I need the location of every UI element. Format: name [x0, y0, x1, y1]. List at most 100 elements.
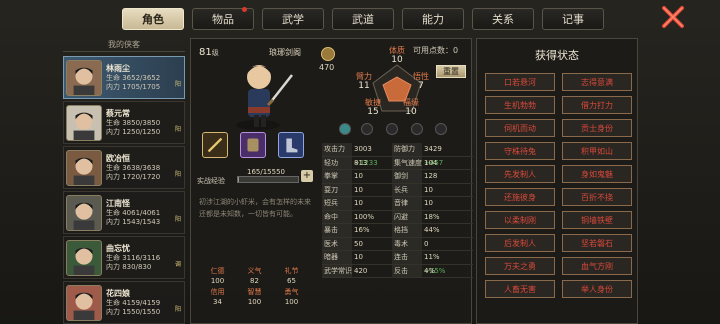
status-item[interactable]: 先发制人 [485, 165, 555, 183]
stat-label: 命中 [322, 210, 352, 223]
avatar [66, 149, 102, 186]
weapon-slot[interactable] [202, 132, 228, 158]
exp-label: 实战经验 [197, 177, 225, 185]
member-info: 花四娘 生命 4159/4159 内力 1550/1550 [106, 289, 184, 317]
stat-row: 轻功 813 集气速度 104 [322, 156, 473, 170]
status-item[interactable]: 人畜无害 [485, 280, 555, 298]
avatar [66, 239, 102, 276]
stat-label: 暴击 [322, 224, 352, 237]
member-info: 江南怪 生命 4061/4061 内力 1543/1543 [106, 199, 184, 227]
gem-slot-3[interactable] [386, 123, 398, 135]
stat-label: 闪避 [392, 210, 422, 223]
member-tag: 阳 [174, 306, 181, 313]
status-item[interactable]: 积甲如山 [562, 142, 632, 160]
status-item[interactable]: 贡士身份 [562, 119, 632, 137]
gem-slot-4[interactable] [411, 123, 423, 135]
status-item[interactable]: 守株待兔 [485, 142, 555, 160]
virtue-label: 勇气 [284, 288, 299, 296]
member-hp: 生命 4061/4061 [106, 208, 161, 217]
roster-member[interactable]: 林雨尘 生命 3652/3652 内力 1705/1705 阳 [63, 56, 185, 99]
stat-value: 18% [422, 211, 462, 224]
exp-add-button[interactable]: + [301, 170, 313, 182]
status-item[interactable]: 万夫之勇 [485, 257, 555, 275]
armor-slot[interactable] [240, 132, 266, 158]
tab-1[interactable]: 物品 [192, 7, 254, 30]
stat-number: 128 [424, 172, 438, 180]
character-bio: 初涉江湖的小虾米，会有怎样的未来还都是未知数，一切皆有可能。 [199, 198, 311, 218]
status-item[interactable]: 口若悬河 [485, 73, 555, 91]
stat-number: 813 [354, 158, 368, 167]
stat-label: 攻击力 [322, 143, 352, 156]
status-item[interactable]: 后发制人 [485, 234, 555, 252]
stat-label: 短兵 [322, 197, 352, 210]
virtue-value: 34 [213, 298, 222, 306]
virtue-label: 仁德 [210, 267, 225, 275]
member-hp: 生命 3638/3638 [106, 163, 161, 172]
tab-5[interactable]: 关系 [472, 8, 534, 30]
avatar [66, 104, 102, 141]
tab-label: 记事 [562, 13, 584, 26]
member-hp: 生命 3652/3652 [106, 73, 161, 82]
stat-value: 0 [422, 238, 462, 251]
tab-4[interactable]: 能力 [402, 8, 464, 30]
roster-member[interactable]: 花四娘 生命 4159/4159 内力 1550/1550 阳 [63, 281, 185, 324]
stat-table: 攻击力 3003 +1233 防御力 3429 +457 轻功 813 集气速度 1… [322, 143, 473, 278]
virtue-cell: 礼节 65 [273, 266, 310, 286]
status-item[interactable]: 以柔制刚 [485, 211, 555, 229]
avatar [66, 194, 102, 231]
stat-number: 104 [424, 158, 438, 167]
portrait-icon [73, 202, 95, 230]
stat-row: 武学常识 420 反击 4% [322, 264, 473, 278]
status-item[interactable]: 身如鬼魅 [562, 165, 632, 183]
stat-value: 10 [352, 197, 392, 210]
status-item[interactable]: 铜墙铁壁 [562, 211, 632, 229]
status-panel: 获得状态 口若悬河 志得意满 生机勃勃 借力打力 伺机而动 贡士身份 守株待兔 积甲如山 先发制… [476, 38, 638, 324]
roster-list: 林雨尘 生命 3652/3652 内力 1705/1705 阳 蔡元常 生命 3… [63, 56, 185, 324]
stat-label: 防御力 [392, 143, 422, 156]
portrait-icon [73, 157, 95, 185]
stat-number: 18% [424, 212, 440, 221]
stat-number: 11% [424, 253, 440, 261]
virtue-cell: 义气 82 [236, 266, 273, 286]
boots-slot[interactable] [278, 132, 304, 158]
stat-number: 100% [354, 212, 375, 221]
virtue-cell: 信用 34 [199, 287, 236, 307]
status-item[interactable]: 生机勃勃 [485, 96, 555, 114]
tab-label: 武学 [282, 13, 304, 26]
roster-member[interactable]: 蔡元常 生命 3850/3850 内力 1250/1250 阳 [63, 101, 185, 144]
status-item[interactable]: 举人身份 [562, 280, 632, 298]
virtue-value: 100 [284, 298, 299, 306]
status-item[interactable]: 坚若磐石 [562, 234, 632, 252]
tab-3[interactable]: 武道 [332, 8, 394, 30]
stat-number: 10 [354, 172, 363, 180]
status-item[interactable]: 还施彼身 [485, 188, 555, 206]
stat-value: 10 [422, 197, 462, 210]
roster-member[interactable]: 欧冶恒 生命 3638/3638 内力 1720/1720 阳 [63, 146, 185, 189]
member-name: 林雨尘 [106, 63, 130, 73]
exp-bar [237, 176, 299, 183]
gem-slot-1[interactable] [339, 123, 351, 135]
close-x-icon[interactable] [660, 4, 686, 30]
stat-number: 10 [424, 185, 433, 194]
member-name: 蔡元常 [106, 108, 130, 118]
roster-member[interactable]: 江南怪 生命 4061/4061 内力 1543/1543 阳 [63, 191, 185, 234]
tab-2[interactable]: 武学 [262, 8, 324, 30]
tab-0[interactable]: 角色 [122, 8, 184, 30]
status-item[interactable]: 百折不挠 [562, 188, 632, 206]
status-item[interactable]: 血气方刚 [562, 257, 632, 275]
status-item[interactable]: 伺机而动 [485, 119, 555, 137]
roster-member[interactable]: 曲忘忧 生命 3116/3116 内力 830/830 调 [63, 236, 185, 279]
character-level: 81级 [199, 47, 219, 58]
tab-6[interactable]: 记事 [542, 8, 604, 30]
gem-slot-2[interactable] [361, 123, 373, 135]
reset-button[interactable]: 重置 [436, 65, 466, 78]
gem-slot-5[interactable] [435, 123, 447, 135]
hero-sprite [236, 65, 293, 130]
stat-number: 10 [354, 199, 363, 207]
stat-label: 集气速度 [392, 156, 422, 169]
status-item[interactable]: 借力打力 [562, 96, 632, 114]
status-item[interactable]: 志得意满 [562, 73, 632, 91]
stat-label: 暗器 [322, 251, 352, 264]
member-mp: 内力 830/830 [106, 262, 152, 271]
sword-icon [207, 137, 223, 153]
